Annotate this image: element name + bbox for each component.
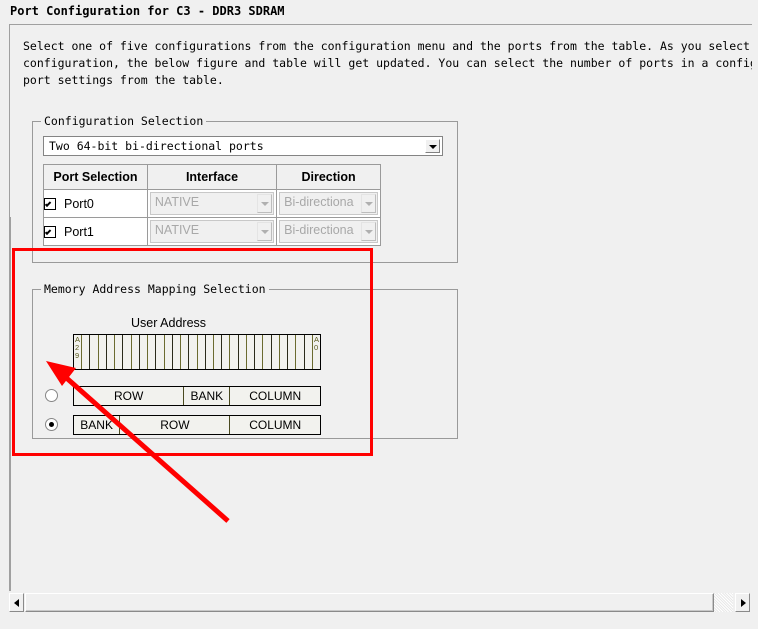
port-settings-table: Port Selection Interface Direction Port0… <box>43 164 381 246</box>
address-bit-cell <box>230 335 239 369</box>
address-msb-label: A29 <box>75 335 81 360</box>
address-bit-cell <box>123 335 132 369</box>
port1-interface-dropdown: NATIVE <box>149 220 275 243</box>
configuration-combobox-value: Two 64-bit bi-directional ports <box>49 139 264 153</box>
mapping-segment-bank: BANK <box>184 387 231 405</box>
memory-address-mapping-group: Memory Address Mapping Selection User Ad… <box>32 282 458 439</box>
column-header-interface: Interface <box>146 164 278 190</box>
address-bit-cell <box>189 335 198 369</box>
port1-checkbox[interactable] <box>44 225 56 238</box>
page-title: Port Configuration for C3 - DDR3 SDRAM <box>10 4 285 18</box>
triangle-right-icon[interactable] <box>735 593 750 612</box>
address-bit-cell <box>173 335 182 369</box>
chevron-down-icon <box>257 222 273 241</box>
address-bit-cell <box>90 335 99 369</box>
column-header-port-selection: Port Selection <box>43 164 148 190</box>
port0-checkbox[interactable] <box>44 197 56 210</box>
mapping-segment-bank: BANK <box>74 416 121 434</box>
configuration-selection-title: Configuration Selection <box>41 114 207 128</box>
application-window: Port Configuration for C3 - DDR3 SDRAM S… <box>0 0 758 629</box>
user-address-bit-bar: A29 A0 <box>73 334 321 370</box>
port0-label: Port0 <box>64 196 94 211</box>
mapping-option-2-radio[interactable] <box>45 418 58 431</box>
triangle-left-icon[interactable] <box>9 593 24 612</box>
port-selection-cell[interactable]: Port1 <box>43 217 148 246</box>
memory-address-mapping-title: Memory Address Mapping Selection <box>41 282 269 296</box>
interface-cell: NATIVE <box>146 217 278 246</box>
port-selection-cell[interactable]: Port0 <box>43 189 148 218</box>
mapping-segment-row: ROW <box>120 416 231 434</box>
address-bit-cell <box>239 335 247 369</box>
scrollbar-thumb[interactable] <box>25 593 714 612</box>
address-bit-cell <box>255 335 264 369</box>
chevron-down-icon <box>361 194 376 213</box>
description-text: Select one of five configurations from t… <box>23 38 752 89</box>
address-bit-cell <box>115 335 124 369</box>
interface-cell: NATIVE <box>146 189 278 218</box>
address-bit-cell <box>206 335 214 369</box>
address-bit-cell <box>280 335 289 369</box>
direction-cell: Bi-directiona <box>276 217 381 246</box>
main-content-panel: Select one of five configurations from t… <box>9 24 752 591</box>
address-bit-cell <box>222 335 231 369</box>
address-bit-cell <box>132 335 140 369</box>
user-address-label: User Address <box>131 316 207 330</box>
address-bit-cell <box>272 335 280 369</box>
mapping-segment-column: COLUMN <box>230 416 320 434</box>
address-bit-cell <box>263 335 272 369</box>
address-bit-cell <box>198 335 206 369</box>
port1-direction-dropdown: Bi-directiona <box>279 220 378 243</box>
table-row: Port1 NATIVE Bi-directiona <box>43 217 381 246</box>
address-bit-cell <box>140 335 149 369</box>
table-header-row: Port Selection Interface Direction <box>43 164 381 190</box>
address-bit-cell <box>247 335 256 369</box>
configuration-combobox[interactable]: Two 64-bit bi-directional ports <box>43 136 443 156</box>
chevron-down-icon[interactable] <box>425 139 440 153</box>
mapping-option-1-radio[interactable] <box>45 389 58 402</box>
horizontal-scrollbar[interactable] <box>9 592 751 614</box>
port0-interface-dropdown: NATIVE <box>149 192 275 215</box>
address-bit-cell <box>156 335 165 369</box>
address-bit-cell <box>296 335 305 369</box>
panel-left-rail <box>10 217 11 591</box>
mapping-option-1-diagram: ROW BANK COLUMN <box>73 386 321 406</box>
description-line-1: Select one of five configurations from t… <box>23 39 752 53</box>
address-bit-cell <box>99 335 107 369</box>
column-header-direction: Direction <box>276 164 381 190</box>
chevron-down-icon <box>257 194 273 213</box>
address-bit-cell <box>107 335 116 369</box>
address-bit-cell: A29 <box>74 335 83 369</box>
address-lsb-label: A0 <box>314 335 320 352</box>
port1-interface-value: NATIVE <box>154 223 200 237</box>
chevron-down-icon <box>361 222 376 241</box>
mapping-option-2-diagram: BANK ROW COLUMN <box>73 415 321 435</box>
address-bit-cell <box>181 335 190 369</box>
port0-direction-dropdown: Bi-directiona <box>279 192 378 215</box>
address-bit-cell <box>305 335 313 369</box>
port1-label: Port1 <box>64 224 94 239</box>
description-line-2: configuration, the below figure and tabl… <box>23 56 752 70</box>
table-row: Port0 NATIVE Bi-directiona <box>43 189 381 218</box>
configuration-selection-group: Configuration Selection Two 64-bit bi-di… <box>32 114 458 263</box>
address-bit-cell <box>214 335 223 369</box>
port0-interface-value: NATIVE <box>154 195 200 209</box>
address-bit-cell <box>148 335 157 369</box>
mapping-segment-column: COLUMN <box>230 387 320 405</box>
description-line-3: port settings from the table. <box>23 73 224 87</box>
direction-cell: Bi-directiona <box>276 189 381 218</box>
address-bit-cell <box>82 335 91 369</box>
address-bit-cell <box>288 335 297 369</box>
port0-direction-value: Bi-directiona <box>284 195 354 209</box>
port1-direction-value: Bi-directiona <box>284 223 354 237</box>
mapping-segment-row: ROW <box>74 387 185 405</box>
address-bit-cell <box>165 335 173 369</box>
address-bit-cell: A0 <box>313 335 320 369</box>
